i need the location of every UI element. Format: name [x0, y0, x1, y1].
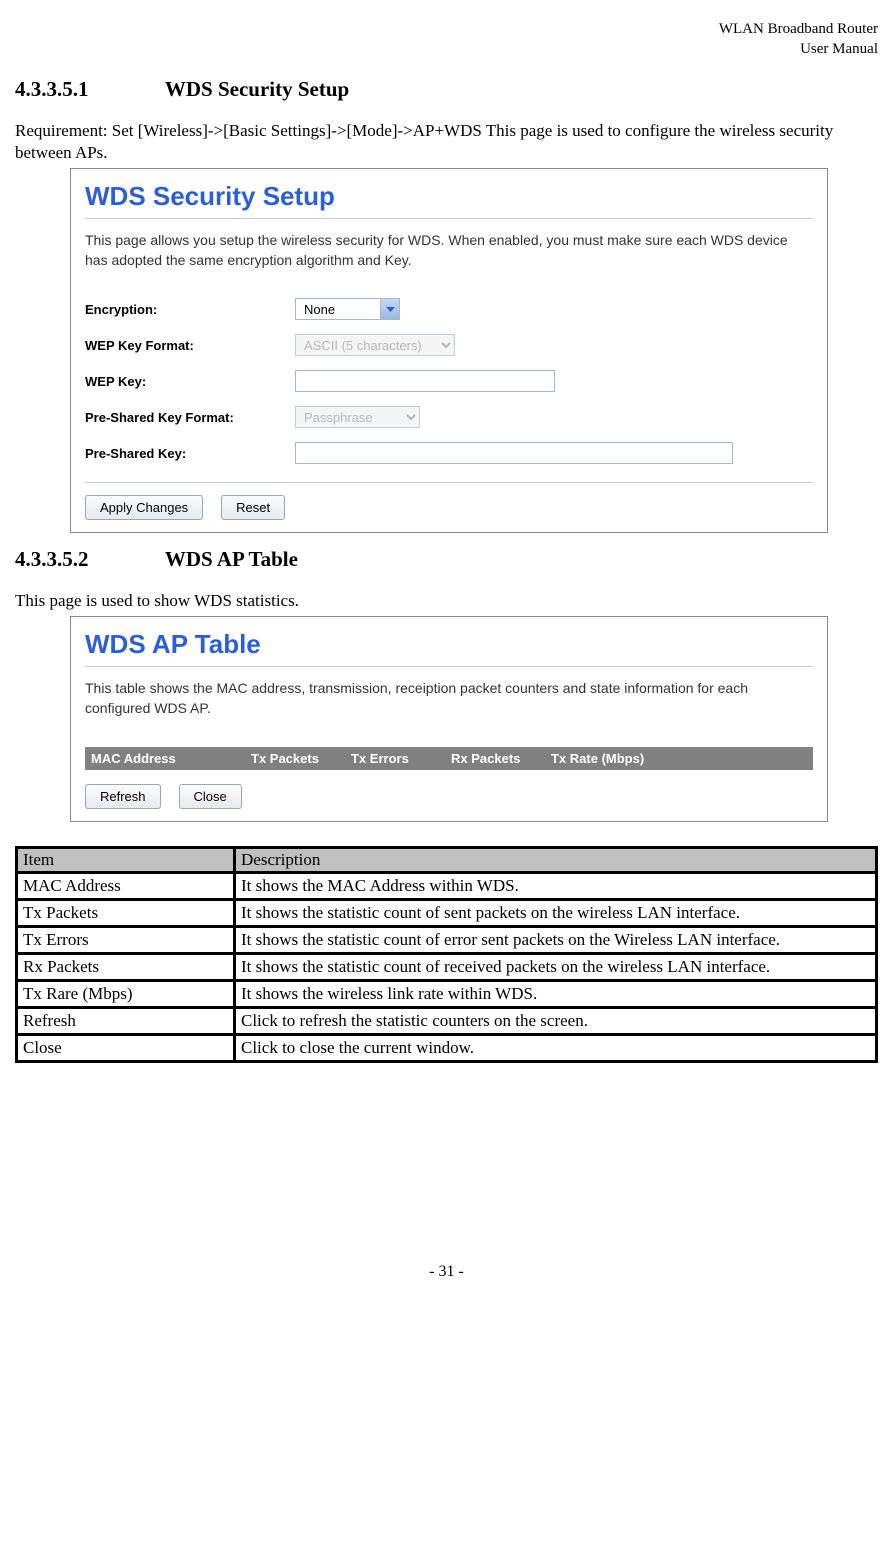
table-row: Tx PacketsIt shows the statistic count o…: [18, 901, 875, 925]
apcol-mac: MAC Address: [91, 751, 251, 766]
page-number: - 31 -: [15, 1263, 878, 1281]
encryption-label: Encryption:: [85, 302, 295, 317]
close-button[interactable]: Close: [179, 784, 242, 809]
aptable-header-row: MAC Address Tx Packets Tx Errors Rx Pack…: [85, 747, 813, 770]
document-header: WLAN Broadband Router User Manual: [15, 20, 878, 59]
table-row: CloseClick to close the current window.: [18, 1036, 875, 1060]
section-title-2: WDS AP Table: [165, 547, 298, 571]
panel1-title: WDS Security Setup: [85, 181, 813, 219]
apcol-txpackets: Tx Packets: [251, 751, 351, 766]
panel2-title: WDS AP Table: [85, 629, 813, 667]
pskformat-select: Passphrase: [295, 406, 420, 428]
wds-security-panel: WDS Security Setup This page allows you …: [70, 168, 828, 533]
psk-input[interactable]: [295, 442, 733, 464]
header-line1: WLAN Broadband Router: [719, 21, 878, 37]
encryption-select[interactable]: None: [295, 298, 400, 320]
wepkey-input[interactable]: [295, 370, 555, 392]
psk-label: Pre-Shared Key:: [85, 446, 295, 461]
section-heading-1: 4.3.3.5.1 WDS Security Setup: [15, 77, 878, 102]
wds-aptable-panel: WDS AP Table This table shows the MAC ad…: [70, 616, 828, 821]
reset-button[interactable]: Reset: [221, 495, 285, 520]
refresh-button[interactable]: Refresh: [85, 784, 161, 809]
table-row: Tx ErrorsIt shows the statistic count of…: [18, 928, 875, 952]
table-row: RefreshClick to refresh the statistic co…: [18, 1009, 875, 1033]
header-line2: User Manual: [800, 41, 878, 57]
wepkey-label: WEP Key:: [85, 374, 295, 389]
apply-changes-button[interactable]: Apply Changes: [85, 495, 203, 520]
section-title-1: WDS Security Setup: [165, 77, 349, 101]
wepformat-label: WEP Key Format:: [85, 338, 295, 353]
apcol-rxpackets: Rx Packets: [451, 751, 551, 766]
pskformat-label: Pre-Shared Key Format:: [85, 410, 295, 425]
intro-text-1: Requirement: Set [Wireless]->[Basic Sett…: [15, 120, 878, 164]
apcol-txerrors: Tx Errors: [351, 751, 451, 766]
table-row: Tx Rare (Mbps)It shows the wireless link…: [18, 982, 875, 1006]
table-row: MAC AddressIt shows the MAC Address with…: [18, 874, 875, 898]
section-number-1: 4.3.3.5.1: [15, 77, 160, 102]
th-item: Item: [18, 849, 233, 871]
th-desc: Description: [236, 849, 875, 871]
apcol-txrate: Tx Rate (Mbps): [551, 751, 807, 766]
wepformat-select: ASCII (5 characters): [295, 334, 455, 356]
section-number-2: 4.3.3.5.2: [15, 547, 160, 572]
section-heading-2: 4.3.3.5.2 WDS AP Table: [15, 547, 878, 572]
table-row: Rx PacketsIt shows the statistic count o…: [18, 955, 875, 979]
panel1-desc: This page allows you setup the wireless …: [85, 231, 813, 270]
intro-text-2: This page is used to show WDS statistics…: [15, 590, 878, 612]
description-table: Item Description MAC AddressIt shows the…: [15, 846, 878, 1064]
panel2-desc: This table shows the MAC address, transm…: [85, 679, 813, 718]
